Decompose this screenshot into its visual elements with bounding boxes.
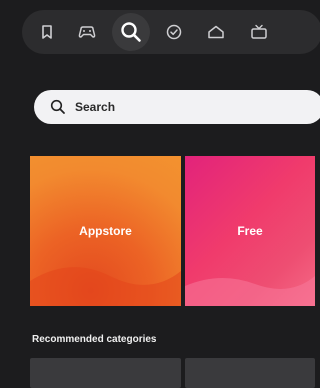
free-label: Free <box>237 224 263 238</box>
appstore-label: Appstore <box>79 224 132 238</box>
wave-decoration <box>30 267 181 306</box>
search-icon[interactable] <box>112 13 150 51</box>
bookmark-icon[interactable] <box>32 10 62 54</box>
appstore-tile[interactable]: Appstore <box>30 156 181 306</box>
category-tile[interactable] <box>185 358 315 388</box>
home-icon[interactable] <box>201 10 231 54</box>
search-icon <box>50 99 66 115</box>
gamepad-icon[interactable] <box>72 10 102 54</box>
check-circle-icon[interactable] <box>159 10 189 54</box>
search-placeholder: Search <box>75 100 116 114</box>
search-bar[interactable]: Search <box>34 90 320 124</box>
free-tile[interactable]: Free <box>185 156 315 306</box>
top-navigation-bar <box>22 10 320 54</box>
tv-icon[interactable] <box>244 10 274 54</box>
wave-decoration <box>185 276 315 306</box>
recommended-categories-title: Recommended categories <box>32 334 157 345</box>
category-tile[interactable] <box>30 358 181 388</box>
